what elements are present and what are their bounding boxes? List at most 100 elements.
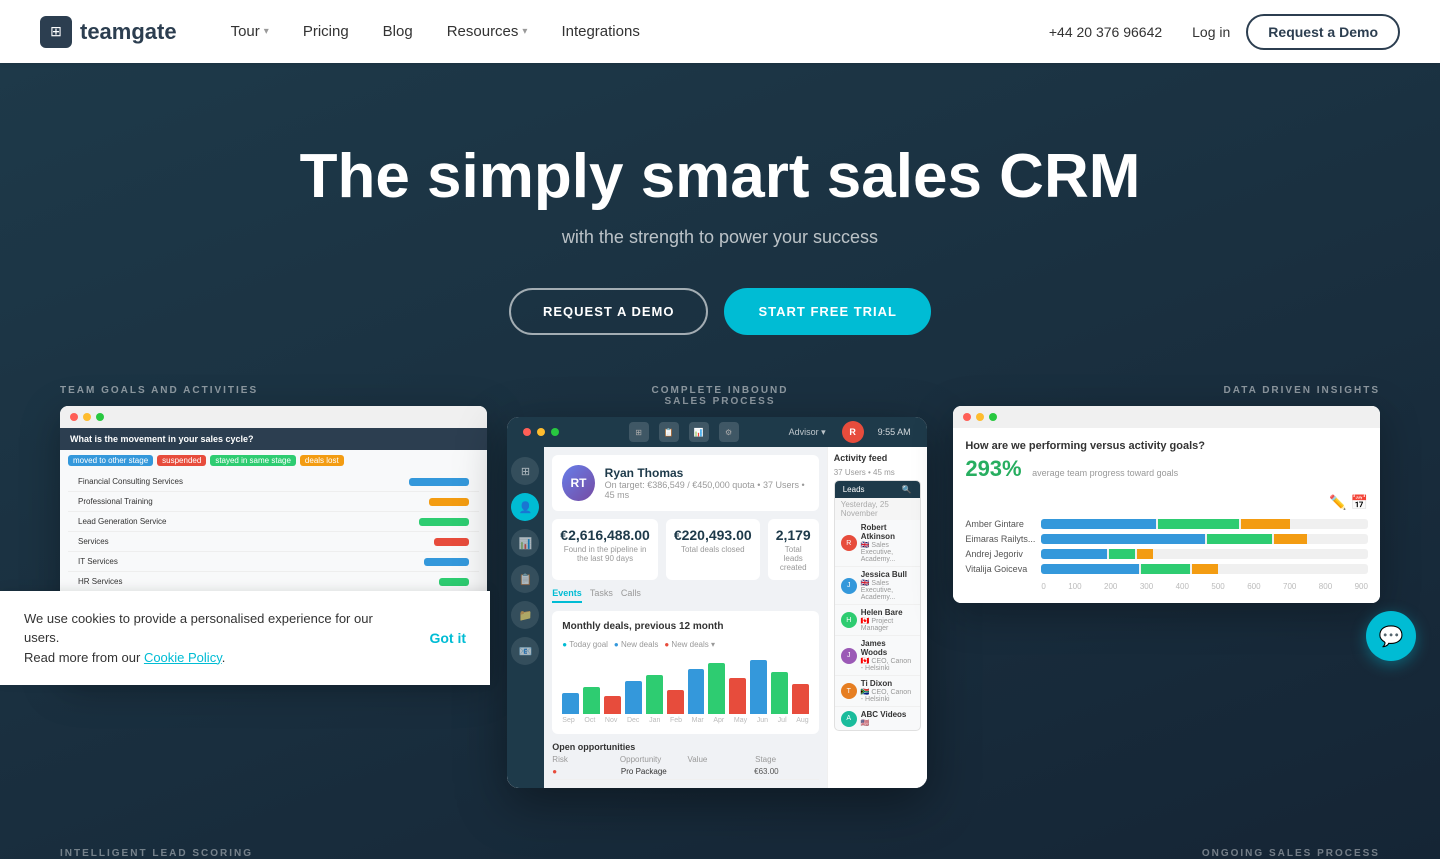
cookie-banner: We use cookies to provide a personalised… [0, 591, 490, 686]
profile-name: Ryan Thomas [605, 466, 809, 480]
sl-titlebar: ⊞ 📋 📊 ⚙ Advisor ▾ R 9:55 AM [507, 417, 927, 447]
bar-row-4: Vitalija Goiceva [965, 564, 1368, 574]
inbound-group: COMPLETE INBOUND SALES PROCESS ⊞ 📋 📊 ⚙ [507, 385, 934, 788]
profile-card: RT Ryan Thomas On target: €386,549 / €45… [552, 455, 818, 511]
logo-text: teamgate [80, 19, 177, 45]
bar-track [1041, 519, 1368, 529]
frame-titlebar [60, 406, 487, 428]
insights-pct: 293% [965, 456, 1021, 481]
ss-header: What is the movement in your sales cycle… [60, 428, 487, 450]
phone-number: +44 20 376 96642 [1049, 24, 1162, 40]
nav-links: Tour ▾ Pricing Blog Resources ▾ Integrat… [217, 15, 1163, 48]
chat-button[interactable]: 💬 [1366, 611, 1416, 661]
sidebar-icon: ⊞ [511, 457, 539, 485]
maximize-dot [989, 413, 997, 421]
hero-section: The simply smart sales CRM with the stre… [0, 0, 1440, 859]
maximize-dot [551, 428, 559, 436]
ongoing-sales-label: ONGOING SALES PROCESS [953, 848, 1380, 859]
cookie-accept-button[interactable]: Got it [429, 630, 466, 646]
sidebar-icon: 📋 [511, 565, 539, 593]
monthly-chart: Monthly deals, previous 12 month ● Today… [552, 611, 818, 734]
nav-pricing[interactable]: Pricing [289, 15, 363, 48]
metric-label: Total leads created [776, 545, 811, 572]
activity-header: Events Tasks Calls [552, 588, 818, 603]
ss-row: IT Services [68, 552, 479, 572]
opportunity-row: ●Pro Package€63.00 [552, 764, 818, 780]
mobile-overlay: Leads 🔍 Yesterday, 25 November R Robert … [834, 480, 921, 731]
metric-val: €2,616,488.00 [560, 527, 650, 543]
ss-row: Financial Consulting Services [68, 472, 479, 492]
profile-stats: On target: €386,549 / €450,000 quota • 3… [605, 480, 809, 500]
sidebar-icon: 📁 [511, 601, 539, 629]
request-demo-hero-button[interactable]: REQUEST A DEMO [509, 288, 709, 335]
insights-controls: ✏️ 📅 [965, 494, 1368, 511]
bar-scale: 0100200300400500600700800900 [965, 582, 1368, 591]
hero-subtitle: with the strength to power your success [300, 227, 1141, 248]
minimize-dot [537, 428, 545, 436]
nav-tour[interactable]: Tour ▾ [217, 15, 283, 48]
insights-screenshot: How are we performing versus activity go… [953, 406, 1380, 603]
metric-pipeline: €2,616,488.00 Found in the pipeline in t… [552, 519, 658, 580]
hero-content: The simply smart sales CRM with the stre… [280, 63, 1161, 385]
chart-bars [562, 654, 808, 714]
request-demo-button[interactable]: Request a Demo [1246, 14, 1400, 50]
navbar: ⊞ teamgate Tour ▾ Pricing Blog Resources… [0, 0, 1440, 63]
insights-metric: 293% average team progress toward goals [965, 456, 1368, 482]
sidebar-icon: 📊 [511, 529, 539, 557]
bar-name: Amber Gintare [965, 519, 1035, 529]
metric-closed: €220,493.00 Total deals closed [666, 519, 760, 580]
inbound-screenshots: ⊞ 📋 📊 ⚙ Advisor ▾ R 9:55 AM ⊞ 👤 [507, 417, 934, 788]
bar-name: Vitalija Goiceva [965, 564, 1035, 574]
metric-val: €220,493.00 [674, 527, 752, 543]
bar-name: Andrej Jegoriv [965, 549, 1035, 559]
insights-question: How are we performing versus activity go… [965, 440, 1368, 452]
cookie-text: We use cookies to provide a personalised… [24, 609, 409, 668]
metric-val: 2,179 [776, 527, 811, 543]
open-opportunities-label: Open opportunities [552, 742, 818, 752]
cookie-policy-link[interactable]: Cookie Policy [144, 650, 222, 665]
hero-title: The simply smart sales CRM [300, 143, 1141, 211]
insights-group: DATA DRIVEN INSIGHTS How are we performi… [953, 385, 1380, 603]
lead-scoring-label: INTELLIGENT LEAD SCORING [60, 848, 487, 859]
close-dot [523, 428, 531, 436]
nav-resources[interactable]: Resources ▾ [433, 15, 542, 48]
minimize-dot [976, 413, 984, 421]
close-dot [963, 413, 971, 421]
chat-icon: 💬 [1379, 624, 1404, 649]
nav-integrations[interactable]: Integrations [547, 15, 653, 48]
screenshots-section: TEAM GOALS AND ACTIVITIES What is the mo… [0, 385, 1440, 788]
profile-info: Ryan Thomas On target: €386,549 / €450,0… [605, 466, 809, 500]
metrics-row: €2,616,488.00 Found in the pipeline in t… [552, 519, 818, 580]
nav-blog[interactable]: Blog [369, 15, 427, 48]
login-button[interactable]: Log in [1192, 24, 1230, 40]
metric-label: Found in the pipeline in the last 90 day… [560, 545, 650, 563]
insights-metric-label: average team progress toward goals [1032, 468, 1178, 478]
chevron-down-icon: ▾ [264, 26, 269, 37]
frame-titlebar [953, 406, 1380, 428]
ss-row: Services [68, 532, 479, 552]
bar-row-1: Amber Gintare [965, 519, 1368, 529]
sl-body: ⊞ 👤 📊 📋 📁 📧 RT Ryan Thomas [507, 447, 927, 788]
bar-track [1041, 534, 1368, 544]
chevron-down-icon: ▾ [522, 26, 527, 37]
crm-main-screenshot: ⊞ 📋 📊 ⚙ Advisor ▾ R 9:55 AM ⊞ 👤 [507, 417, 927, 788]
close-dot [70, 413, 78, 421]
start-trial-button[interactable]: START FREE TRIAL [724, 288, 931, 335]
minimize-dot [83, 413, 91, 421]
bar-track [1041, 564, 1368, 574]
logo-link[interactable]: ⊞ teamgate [40, 16, 177, 48]
avatar: RT [562, 465, 594, 501]
bar-name: Eimaras Railyts... [965, 534, 1035, 544]
sidebar-icon-active: 👤 [511, 493, 539, 521]
activity-feed: Activity feed 37 Users • 45 ms Leads 🔍 Y… [827, 447, 927, 788]
sidebar-icon: 📧 [511, 637, 539, 665]
bar-track [1041, 549, 1368, 559]
chart-months: SepOctNovDecJanFebMarAprMayJunJulAug [562, 717, 808, 724]
metric-label: Total deals closed [674, 545, 752, 554]
nav-actions: Log in Request a Demo [1192, 14, 1400, 50]
logo-icon: ⊞ [40, 16, 72, 48]
ss-row: Lead Generation Service [68, 512, 479, 532]
sl-sidebar: ⊞ 👤 📊 📋 📁 📧 [507, 447, 545, 788]
chart-title: Monthly deals, previous 12 month [562, 621, 808, 632]
bar-row-3: Andrej Jegoriv [965, 549, 1368, 559]
